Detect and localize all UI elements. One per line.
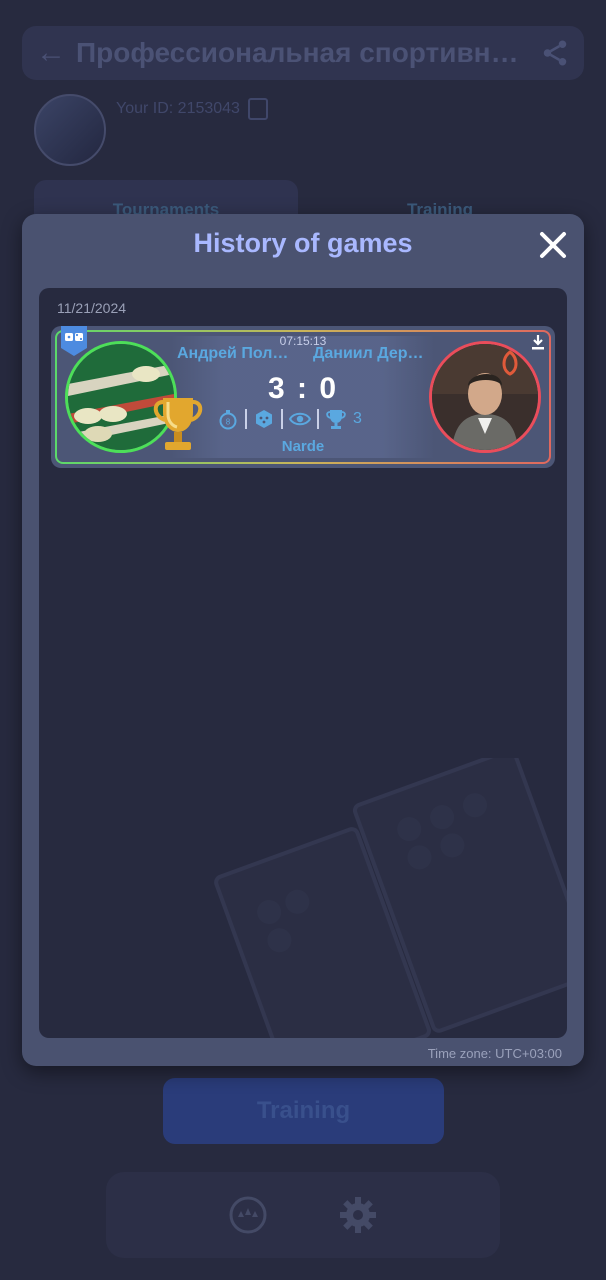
games-list[interactable]: 11/21/2024 07:15:13 Андрей Пол… Даниил Д… bbox=[39, 288, 567, 1038]
stars-badge-icon[interactable] bbox=[228, 1195, 268, 1235]
time-zone-label: Time zone: UTC+03:00 bbox=[427, 1046, 562, 1061]
close-icon[interactable] bbox=[536, 228, 570, 262]
modal-title: History of games bbox=[193, 228, 413, 258]
header-title: Профессиональная спортивн… bbox=[76, 37, 519, 68]
date-label: 11/21/2024 bbox=[57, 300, 127, 316]
person-photo-icon bbox=[432, 344, 538, 450]
user-id: Your ID: 2153043 bbox=[116, 98, 268, 120]
backgammon-board-watermark-icon bbox=[214, 758, 567, 1038]
training-button[interactable]: Training bbox=[163, 1078, 444, 1144]
history-modal: History of games 11/21/2024 07:15:13 Анд… bbox=[22, 214, 584, 1066]
copy-icon[interactable] bbox=[247, 98, 268, 120]
player1-name[interactable]: Андрей Пол… bbox=[177, 345, 288, 363]
player2-avatar[interactable] bbox=[429, 341, 541, 453]
stats-divider bbox=[317, 409, 319, 429]
user-avatar[interactable] bbox=[34, 94, 106, 166]
user-id-label: Your ID: 2153043 bbox=[116, 100, 240, 117]
player2-name[interactable]: Даниил Дер… bbox=[313, 345, 424, 363]
stats-divider bbox=[245, 409, 247, 429]
settings-gear-icon[interactable] bbox=[338, 1195, 378, 1235]
cup-icon bbox=[326, 410, 346, 429]
game-stats: 8 3 bbox=[217, 408, 362, 430]
game-card[interactable]: 07:15:13 Андрей Пол… Даниил Дер… 3 : 0 8 bbox=[51, 326, 555, 468]
stats-divider bbox=[281, 409, 283, 429]
back-arrow-icon[interactable]: ← bbox=[36, 36, 76, 70]
app-header: ← Профессиональная спортивн… bbox=[22, 26, 584, 80]
stopwatch-icon: 8 bbox=[219, 410, 237, 430]
share-icon[interactable] bbox=[540, 38, 570, 68]
bottom-nav bbox=[106, 1172, 500, 1258]
trophy-count: 3 bbox=[353, 410, 362, 427]
eye-icon bbox=[289, 412, 311, 426]
svg-text:8: 8 bbox=[226, 418, 231, 427]
dice-icon bbox=[256, 410, 272, 428]
